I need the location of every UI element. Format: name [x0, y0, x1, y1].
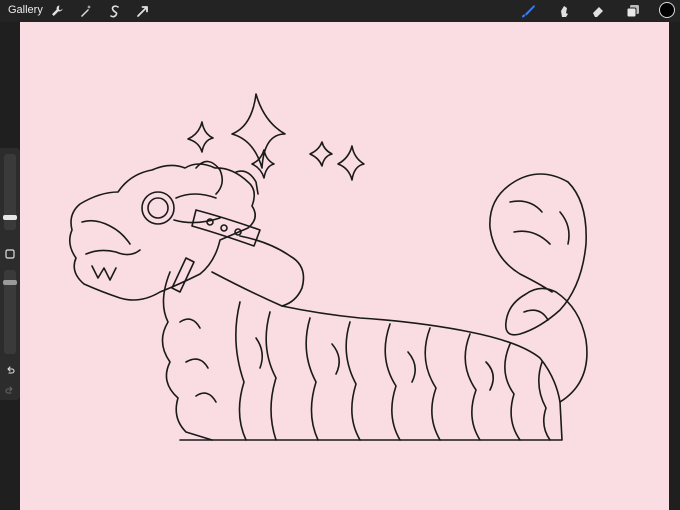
mane-outline	[161, 271, 213, 441]
left-sidebar	[0, 148, 20, 400]
layers-icon[interactable]	[625, 3, 641, 19]
selection-icon[interactable]	[107, 3, 123, 19]
modify-square-icon[interactable]	[5, 249, 15, 259]
wrench-icon[interactable]	[49, 3, 65, 19]
eraser-icon[interactable]	[590, 3, 606, 19]
undo-icon[interactable]	[5, 366, 15, 376]
opacity-knob[interactable]	[3, 280, 17, 286]
tiger-lion-line-art	[68, 93, 588, 441]
smudge-icon[interactable]	[556, 3, 572, 19]
sparkle-small-1	[187, 121, 214, 153]
goggle-lens	[141, 191, 175, 225]
gallery-button[interactable]: Gallery	[8, 4, 43, 16]
transform-arrow-icon[interactable]	[135, 3, 151, 19]
color-picker-button[interactable]	[659, 2, 675, 18]
top-toolbar: Gallery	[0, 0, 680, 22]
drawing-canvas[interactable]	[20, 22, 669, 510]
sparkle-large	[231, 93, 286, 169]
redo-icon[interactable]	[5, 386, 15, 396]
sparkle-small-4	[337, 145, 365, 181]
brush-size-knob[interactable]	[3, 214, 17, 220]
magic-wand-icon[interactable]	[78, 3, 94, 19]
brush-icon[interactable]	[520, 3, 536, 19]
sparkle-small-3	[309, 141, 333, 167]
harness-strap	[191, 209, 261, 247]
